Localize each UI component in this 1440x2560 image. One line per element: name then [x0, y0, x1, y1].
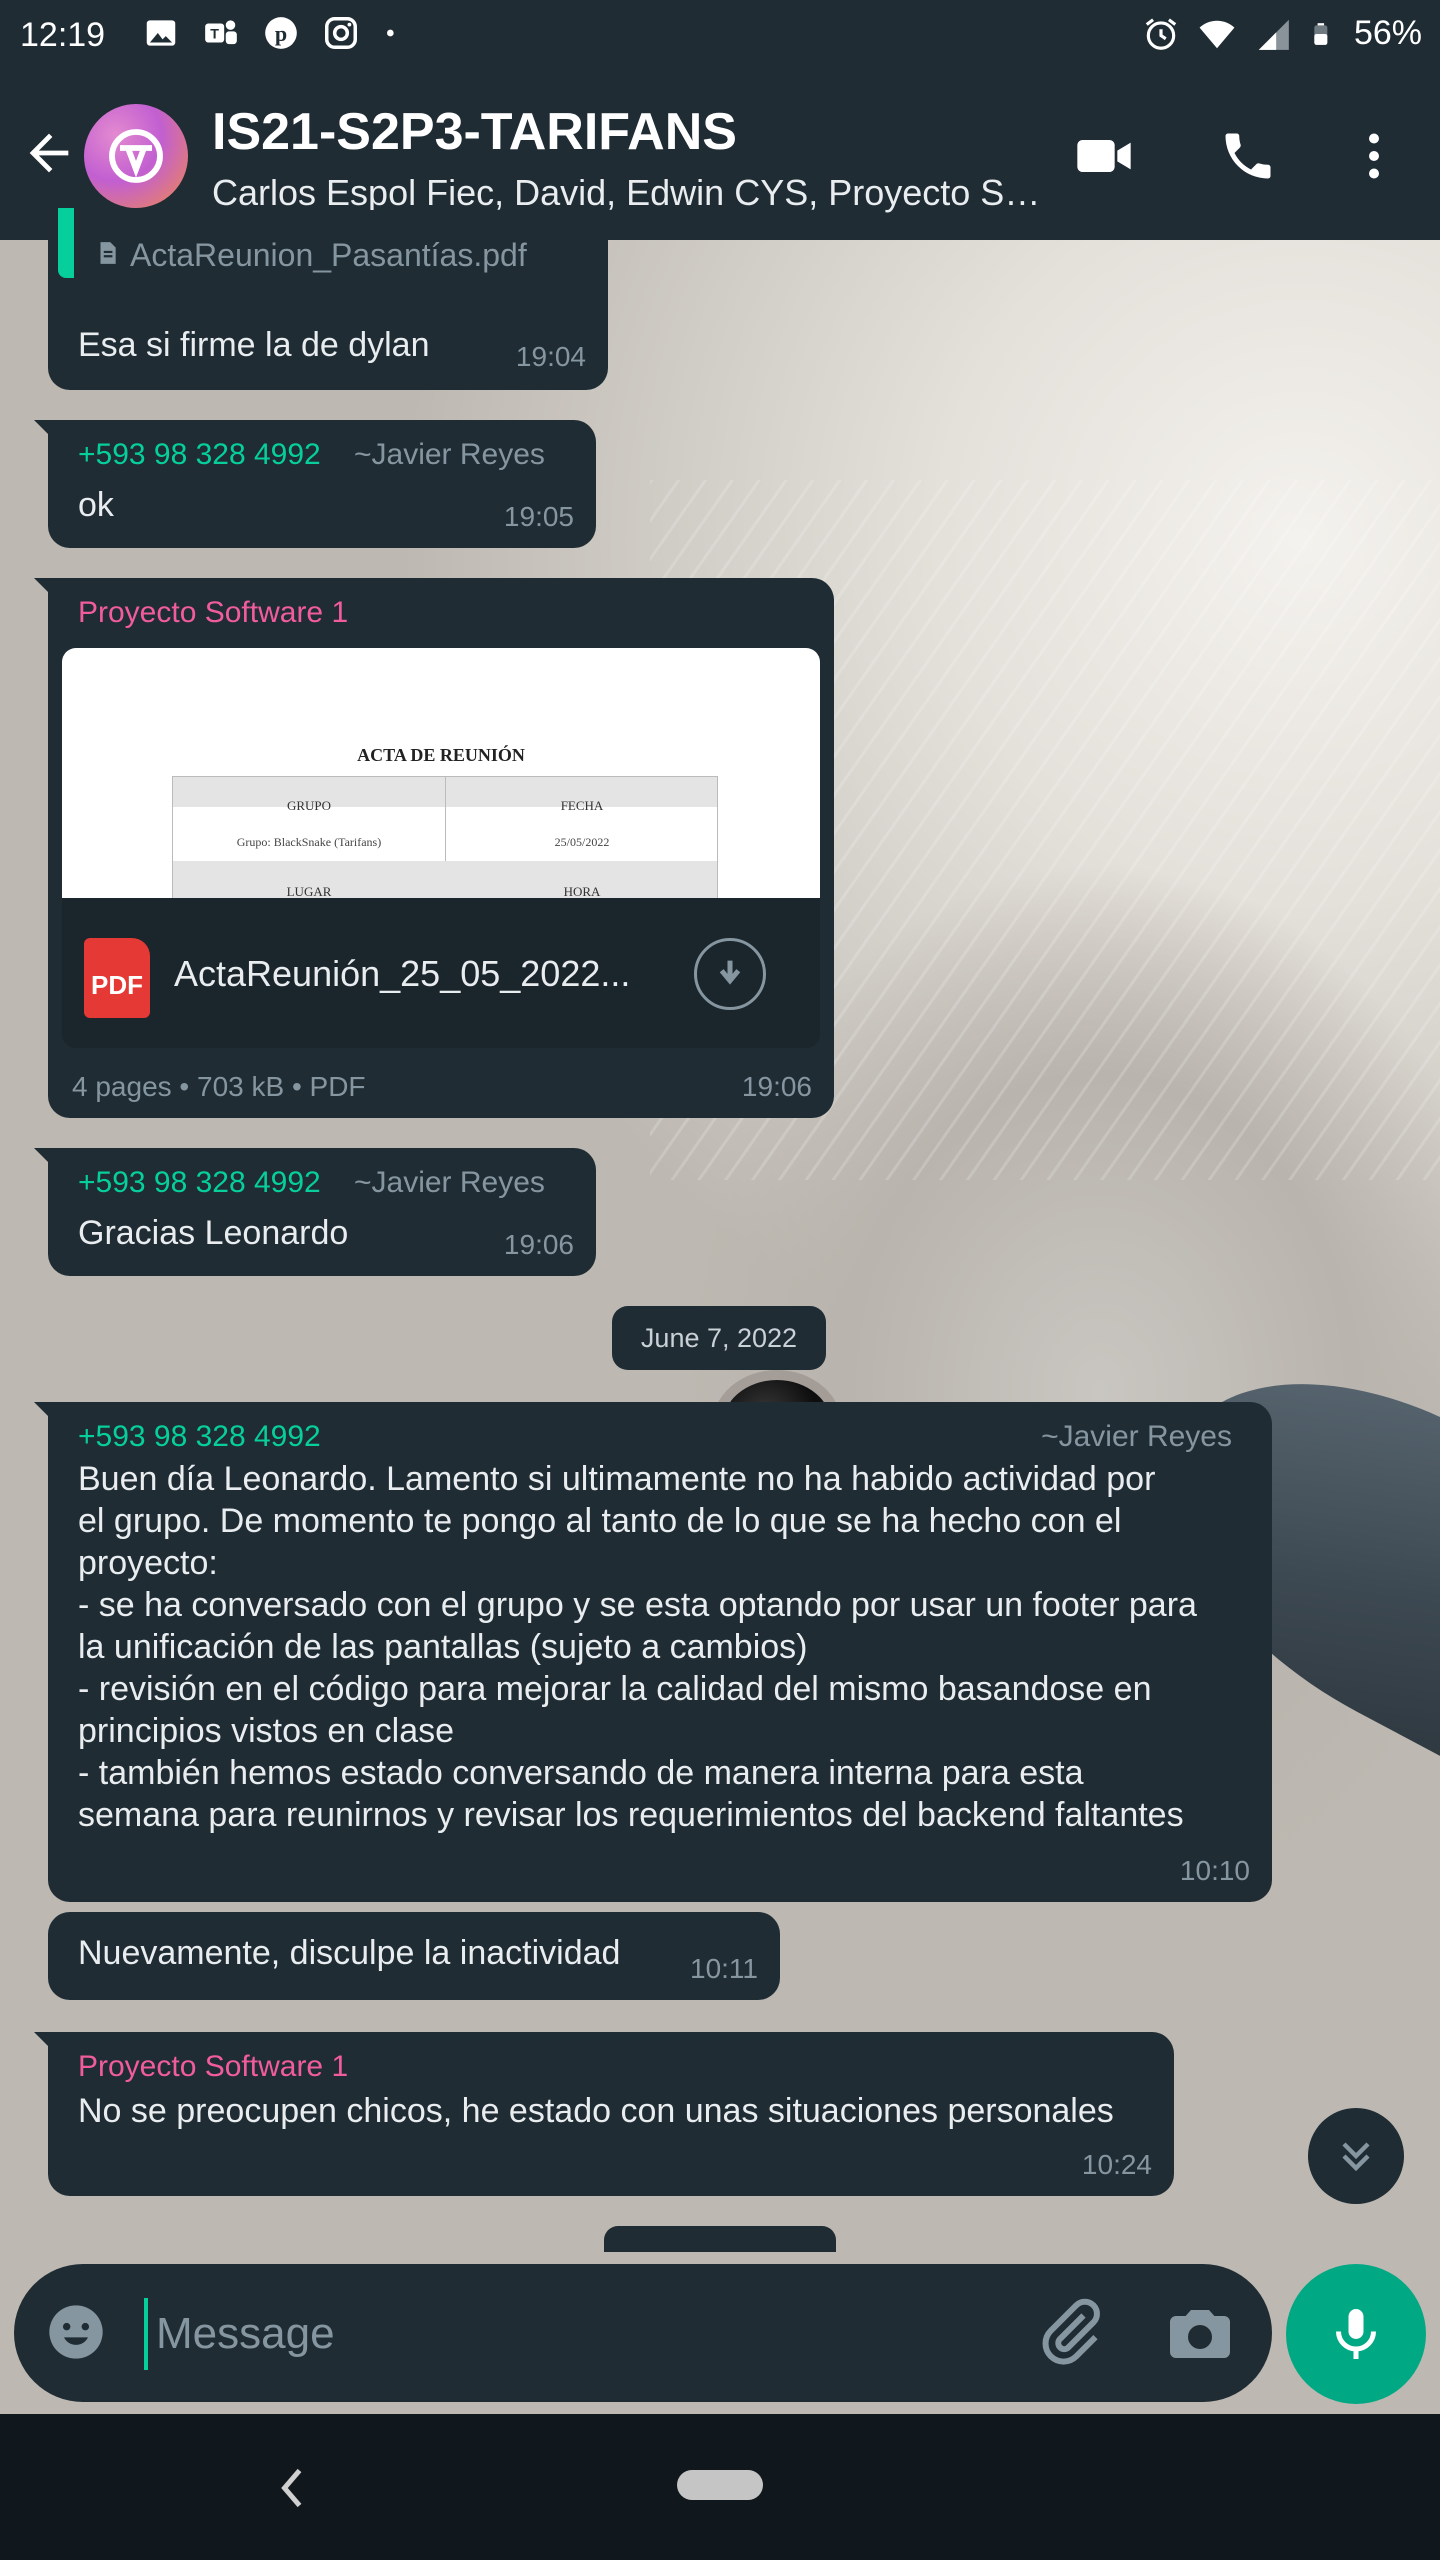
preview-cell-fecha: 25/05/2022 — [554, 835, 610, 849]
signal-icon — [1258, 19, 1289, 50]
message-text: Nuevamente, disculpe la inactividad — [78, 1934, 621, 1972]
more-options-button[interactable] — [1338, 120, 1410, 192]
download-button[interactable] — [694, 938, 766, 1010]
message-line: el grupo. De momento te pongo al tanto d… — [78, 1502, 1122, 1540]
battery-percent: 56% — [1353, 14, 1422, 52]
tarifans-logo-icon — [109, 129, 163, 183]
status-time: 12:19 — [20, 16, 106, 54]
message-time: 19:06 — [503, 1229, 574, 1260]
document-card[interactable]: ACTA DE REUNIÓN GRUPO FECHA Grupo: Black… — [62, 648, 820, 1048]
date-separator: June 7, 2022 — [612, 1306, 826, 1370]
sender-alias: ~Javier Reyes — [354, 438, 545, 471]
chat-participants[interactable]: Carlos Espol Fiec, David, Edwin CYS, Pro… — [212, 172, 1042, 214]
pinterest-icon: p — [265, 17, 297, 49]
message-bubble[interactable]: ActaReunion_Pasantías.pdf Esa si firme l… — [48, 208, 608, 390]
sender-name[interactable]: Proyecto Software 1 — [78, 592, 348, 634]
message-composer — [14, 2264, 1272, 2402]
message-time: 10:11 — [690, 1953, 758, 1984]
phone-icon — [1225, 133, 1271, 179]
sender-alias: ~Javier Reyes — [354, 1166, 545, 1199]
message-bubble[interactable]: +593 98 328 4992 ~Javier Reyes Buen día … — [34, 1402, 1272, 1902]
more-vert-icon — [1369, 133, 1379, 179]
status-bar: 12:19 T p 56% — [0, 0, 1440, 72]
notification-icons: T p — [142, 14, 402, 52]
message-bubble[interactable]: +593 98 328 4992 ~Javier Reyes ok 19:05 — [34, 420, 596, 548]
scroll-to-bottom-button[interactable] — [1308, 2108, 1404, 2204]
document-icon — [100, 242, 116, 264]
voice-record-button[interactable] — [1286, 2264, 1426, 2404]
message-line: Buen día Leonardo. Lamento si ultimament… — [78, 1460, 1156, 1498]
nav-back-icon[interactable] — [270, 2458, 314, 2518]
video-camera-icon — [1077, 140, 1131, 172]
sender-phone[interactable]: +593 98 328 4992 — [78, 1162, 321, 1204]
attachment-icon[interactable] — [1034, 2296, 1106, 2368]
message-line: - revisión en el código para mejorar la … — [78, 1670, 1152, 1708]
message-time: 10:10 — [1179, 1855, 1250, 1886]
double-chevron-down-icon — [1342, 2142, 1370, 2172]
preview-cell-grupo: Grupo: BlackSnake (Tarifans) — [236, 835, 382, 849]
gallery-icon — [146, 20, 176, 46]
dot-icon — [387, 29, 394, 37]
instagram-icon — [325, 17, 357, 49]
system-navigation-bar — [0, 2414, 1440, 2560]
emoji-icon[interactable] — [44, 2300, 108, 2364]
nav-home-pill[interactable] — [677, 2470, 763, 2500]
message-text: Esa si firme la de dylan — [78, 326, 430, 364]
document-meta: 4 pages • 703 kB • PDF — [72, 1071, 366, 1102]
download-icon — [719, 960, 741, 985]
system-status: 56% — [1142, 14, 1422, 53]
sender-phone[interactable]: +593 98 328 4992 — [78, 1416, 321, 1458]
message-text: ok — [78, 486, 114, 524]
message-line: proyecto: — [78, 1544, 218, 1582]
microphone-icon — [1336, 2309, 1376, 2359]
message-time: 10:24 — [1081, 2149, 1152, 2180]
group-avatar[interactable] — [84, 104, 188, 208]
message-line: semana para reunirnos y revisar los requ… — [78, 1796, 1184, 1834]
message-time: 19:04 — [515, 341, 586, 372]
preview-table: GRUPO FECHA Grupo: BlackSnake (Tarifans)… — [172, 776, 718, 899]
battery-icon — [1314, 22, 1328, 45]
wifi-icon — [1199, 20, 1235, 48]
quoted-file-name: ActaReunion_Pasantías.pdf — [130, 237, 527, 273]
date-separator-partial — [604, 2226, 836, 2252]
message-time: 19:06 — [741, 1071, 812, 1102]
svg-text:p: p — [275, 21, 287, 46]
preview-heading: ACTA DE REUNIÓN — [357, 745, 525, 765]
teams-icon: T — [205, 20, 237, 45]
pdf-file-icon: PDF — [84, 938, 150, 1018]
message-bubble[interactable]: Proyecto Software 1 No se preocupen chic… — [34, 2032, 1174, 2196]
back-arrow-icon[interactable] — [20, 124, 78, 182]
message-bubble[interactable]: Nuevamente, disculpe la inactividad 10:1… — [48, 1912, 780, 2000]
document-preview[interactable]: ACTA DE REUNIÓN GRUPO FECHA Grupo: Black… — [62, 648, 820, 899]
chat-title[interactable]: IS21-S2P3-TARIFANS — [212, 102, 737, 162]
message-bubble[interactable]: +593 98 328 4992 ~Javier Reyes Gracias L… — [34, 1148, 596, 1276]
document-file-row[interactable]: PDF ActaReunión_25_05_2022... — [62, 898, 820, 1048]
alarm-icon — [1145, 17, 1177, 50]
quote-accent-bar — [58, 208, 74, 278]
message-line: - se ha conversado con el grupo y se est… — [78, 1586, 1197, 1624]
sender-name[interactable]: Proyecto Software 1 — [78, 2046, 348, 2088]
message-line: principios vistos en clase — [78, 1712, 455, 1750]
message-text: Gracias Leonardo — [78, 1214, 349, 1252]
voice-call-button[interactable] — [1212, 120, 1284, 192]
svg-text:T: T — [210, 27, 219, 43]
camera-icon[interactable] — [1164, 2298, 1236, 2370]
sender-alias: ~Javier Reyes — [1041, 1420, 1232, 1453]
message-text: No se preocupen chicos, he estado con un… — [78, 2092, 1114, 2130]
message-input[interactable] — [144, 2298, 1018, 2370]
message-line: la unificación de las pantallas (sujeto … — [78, 1628, 808, 1666]
document-message-bubble[interactable]: Proyecto Software 1 ACTA DE REUNIÓN GRUP… — [34, 578, 834, 1118]
sender-phone[interactable]: +593 98 328 4992 — [78, 434, 321, 476]
message-time: 19:05 — [503, 501, 574, 532]
message-line: - también hemos estado conversando de ma… — [78, 1754, 1084, 1792]
video-call-button[interactable] — [1068, 120, 1140, 192]
message-text: Buen día Leonardo. Lamento si ultimament… — [78, 1458, 1258, 1836]
document-file-name[interactable]: ActaReunión_25_05_2022... — [174, 953, 630, 995]
